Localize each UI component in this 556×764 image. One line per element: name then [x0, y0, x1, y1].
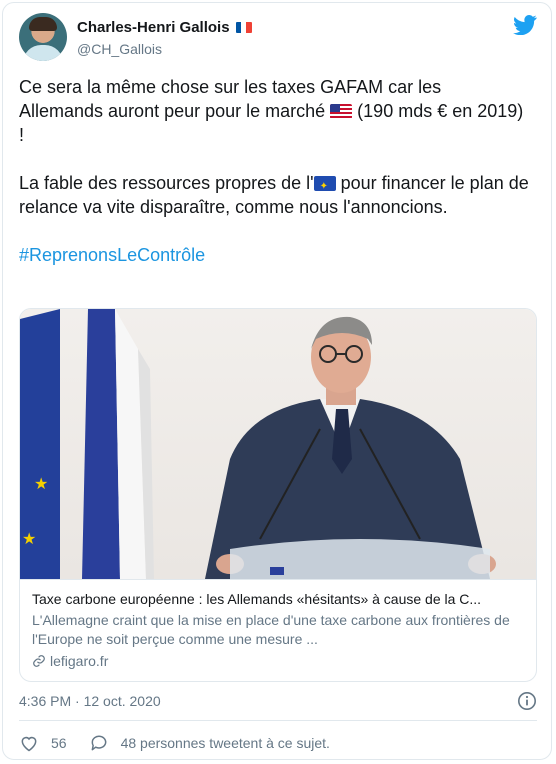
tweet-header: Charles-Henri Gallois @CH_Gallois: [19, 13, 537, 63]
hashtag-link[interactable]: #ReprenonsLeContrôle: [19, 245, 205, 265]
reply-bubble-icon[interactable]: [89, 733, 109, 753]
like-count: 56: [51, 735, 67, 751]
link-domain: lefigaro.fr: [50, 653, 109, 669]
french-flag-icon: [235, 22, 252, 33]
author-handle[interactable]: @CH_Gallois: [77, 41, 162, 57]
avatar[interactable]: [19, 13, 67, 61]
info-icon[interactable]: [517, 691, 537, 711]
link-title[interactable]: Taxe carbone européenne : les Allemands …: [32, 590, 526, 608]
tweet-paragraph-2: La fable des ressources propres de l' po…: [19, 171, 529, 219]
reply-count-label: 48 personnes tweetent à ce sujet.: [120, 735, 330, 751]
tweet-card: Charles-Henri Gallois @CH_Gallois Ce ser…: [2, 2, 552, 760]
eu-flag-icon: [313, 175, 336, 199]
tweet-paragraph-3: #ReprenonsLeContrôle: [19, 243, 529, 267]
tweet-timestamp[interactable]: 4:36 PM · 12 oct. 2020: [19, 693, 161, 709]
us-flag-icon: [330, 104, 353, 119]
tweet-meta-row: 4:36 PM · 12 oct. 2020: [19, 691, 537, 713]
svg-text:★: ★: [22, 531, 36, 548]
author-name[interactable]: Charles-Henri Gallois: [77, 19, 230, 36]
author-name-row[interactable]: Charles-Henri Gallois: [77, 19, 252, 36]
heart-icon[interactable]: [19, 733, 39, 753]
link-icon: [33, 655, 45, 667]
tweet-actions: 56 48 personnes tweetent à ce sujet.: [19, 731, 352, 755]
link-preview-meta[interactable]: Taxe carbone européenne : les Allemands …: [20, 579, 536, 681]
svg-text:★: ★: [34, 476, 48, 493]
tweet-paragraph-1: Ce sera la même chose sur les taxes GAFA…: [19, 75, 529, 147]
reply-action[interactable]: 48 personnes tweetent à ce sujet.: [89, 733, 330, 753]
link-domain-row: lefigaro.fr: [32, 653, 526, 669]
twitter-bird-icon[interactable]: [513, 15, 537, 35]
divider: [19, 720, 537, 721]
press-conference-photo: ★ ★: [20, 309, 496, 579]
link-preview-image[interactable]: ★ ★: [20, 309, 536, 579]
tweet-text: Ce sera la même chose sur les taxes GAFA…: [19, 75, 529, 291]
link-description: L'Allemagne craint que la mise en place …: [32, 612, 510, 647]
tweet-text-segment: La fable des ressources propres de l': [19, 173, 314, 193]
like-action[interactable]: 56: [19, 733, 67, 753]
avatar-hair: [29, 17, 57, 31]
link-preview-card[interactable]: ★ ★ Taxe carbone européenne: les Allema…: [19, 308, 537, 682]
avatar-shirt: [23, 45, 63, 61]
